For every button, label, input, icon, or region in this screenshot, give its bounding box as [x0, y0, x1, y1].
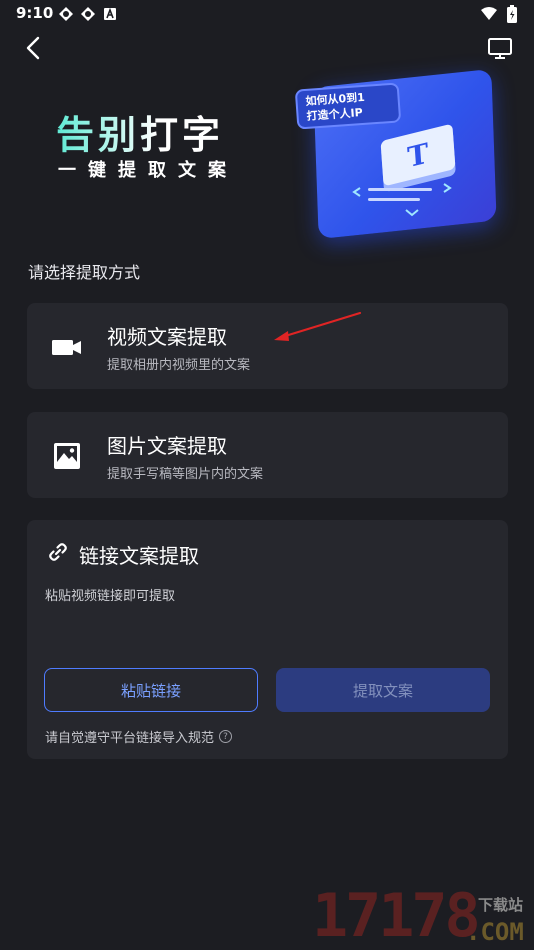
- video-extract-option[interactable]: 视频文案提取 提取相册内视频里的文案: [27, 303, 508, 389]
- paste-link-button[interactable]: 粘贴链接: [44, 668, 258, 712]
- help-icon[interactable]: ?: [219, 730, 233, 743]
- video-camera-icon: [52, 340, 81, 355]
- status-bar: 9:10: [0, 0, 534, 30]
- monitor-icon[interactable]: [486, 34, 514, 62]
- wifi-icon: [481, 7, 497, 20]
- image-icon: [54, 443, 80, 469]
- link-card-title: 链接文案提取: [79, 544, 199, 568]
- battery-icon: [507, 5, 517, 23]
- status-notification-icons: [58, 6, 118, 22]
- extract-text-button[interactable]: 提取文案: [276, 668, 490, 712]
- watermark-number: 17178: [312, 881, 481, 950]
- app-notification-icon: [81, 7, 95, 21]
- option-description: 提取手写稿等图片内的文案: [107, 467, 264, 482]
- banner-badge: 如何从0到1 打造个人IP: [294, 82, 402, 130]
- banner-title: 告别打字: [56, 104, 224, 159]
- a-box-icon: [104, 7, 116, 20]
- banner-subtitle: 一键提取文案: [58, 160, 238, 181]
- link-extract-card: 链接文案提取 粘贴视频链接即可提取 粘贴链接 提取文案 请自觉遵守平台链接导入规…: [27, 520, 508, 759]
- option-title: 视频文案提取: [107, 325, 227, 349]
- link-input-placeholder[interactable]: 粘贴视频链接即可提取: [45, 585, 175, 604]
- image-extract-option[interactable]: 图片文案提取 提取手写稿等图片内的文案: [27, 412, 508, 498]
- option-title: 图片文案提取: [107, 434, 227, 458]
- link-icon: [49, 543, 67, 561]
- rules-note-text: 请自觉遵守平台链接导入规范: [45, 731, 215, 746]
- app-notification-icon: [59, 7, 73, 21]
- banner-illustration: 如何从0到1 打造个人IP T: [294, 68, 502, 240]
- status-time: 9:10: [16, 4, 54, 22]
- text-lines-icon: [352, 183, 452, 217]
- watermark-domain: .COM: [466, 918, 524, 946]
- option-description: 提取相册内视频里的文案: [107, 358, 251, 373]
- watermark-site: 下载站: [478, 896, 524, 914]
- section-label: 请选择提取方式: [28, 263, 141, 282]
- rules-note: 请自觉遵守平台链接导入规范 ?: [45, 727, 233, 746]
- status-system-icons: [480, 5, 518, 23]
- back-button[interactable]: [20, 34, 48, 62]
